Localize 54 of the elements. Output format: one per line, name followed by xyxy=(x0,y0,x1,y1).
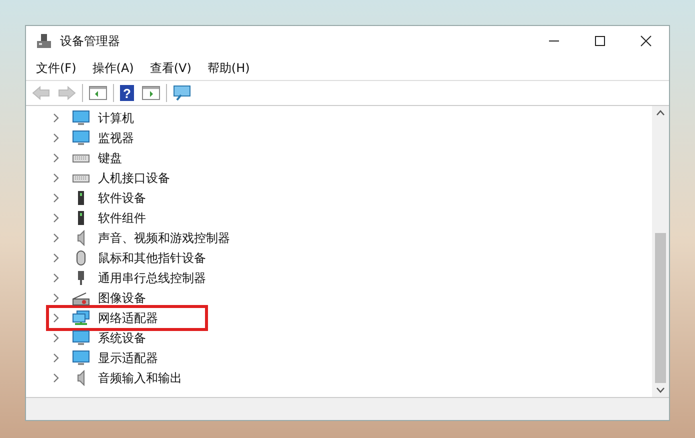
monitor-search-icon xyxy=(173,85,191,101)
tree-item[interactable]: 软件设备 xyxy=(98,190,146,206)
tree-item[interactable]: 监视器 xyxy=(98,130,134,146)
network-icon xyxy=(72,310,90,326)
expand-icon[interactable] xyxy=(52,273,60,283)
right-arrow-icon xyxy=(58,86,76,100)
tree-item[interactable]: 人机接口设备 xyxy=(98,170,170,186)
tree-item[interactable]: 图像设备 xyxy=(98,290,146,306)
scan-button[interactable] xyxy=(171,83,193,103)
window-pane-icon xyxy=(142,86,160,100)
tree-item[interactable]: 显示适配器 xyxy=(98,350,158,366)
window-title: 设备管理器 xyxy=(60,32,120,50)
expand-icon[interactable] xyxy=(52,313,60,323)
tree-item[interactable]: 通用串行总线控制器 xyxy=(98,270,206,286)
menu-item[interactable]: 操作(A) xyxy=(86,58,140,78)
expand-icon[interactable] xyxy=(52,373,60,383)
menu-item[interactable]: 文件(F) xyxy=(30,58,82,78)
scrollbar-thumb[interactable] xyxy=(655,233,666,383)
tree-pane-button[interactable] xyxy=(87,83,109,103)
menu-item[interactable]: 查看(V) xyxy=(144,58,198,78)
expand-icon[interactable] xyxy=(52,153,60,163)
tree-item[interactable]: 声音、视频和游戏控制器 xyxy=(98,230,230,246)
tree-item[interactable]: 软件组件 xyxy=(98,210,146,226)
expand-icon[interactable] xyxy=(52,253,60,263)
expand-icon[interactable] xyxy=(52,113,60,123)
left-arrow-icon xyxy=(32,86,50,100)
tree-item[interactable]: 计算机 xyxy=(98,110,134,126)
tree-item[interactable]: 系统设备 xyxy=(98,330,146,346)
monitor-icon xyxy=(72,130,90,146)
close-icon xyxy=(640,35,652,47)
expand-icon[interactable] xyxy=(52,213,60,223)
tree-item[interactable]: 键盘 xyxy=(98,150,122,166)
expand-icon[interactable] xyxy=(52,353,60,363)
monitor-icon xyxy=(72,110,90,126)
scrollbar[interactable] xyxy=(652,106,669,397)
properties-button[interactable] xyxy=(140,83,162,103)
scroll-up-icon[interactable] xyxy=(656,110,665,116)
window-pane-icon xyxy=(89,86,107,100)
expand-icon[interactable] xyxy=(52,173,60,183)
expand-icon[interactable] xyxy=(52,293,60,303)
monitor-icon xyxy=(72,350,90,366)
scroll-down-icon[interactable] xyxy=(656,387,665,393)
expand-icon[interactable] xyxy=(52,233,60,243)
device-icon xyxy=(36,33,52,49)
tree-item[interactable]: 音频输入和输出 xyxy=(98,370,182,386)
expand-icon[interactable] xyxy=(52,333,60,343)
monitor-icon xyxy=(72,330,90,346)
menu-item[interactable]: 帮助(H) xyxy=(201,58,256,78)
maximize-icon xyxy=(594,35,606,47)
expand-icon[interactable] xyxy=(52,133,60,143)
expand-icon[interactable] xyxy=(52,193,60,203)
camera-icon xyxy=(72,290,90,306)
tree-item[interactable]: 鼠标和其他指针设备 xyxy=(98,250,206,266)
tree-item[interactable]: 网络适配器 xyxy=(98,310,158,326)
